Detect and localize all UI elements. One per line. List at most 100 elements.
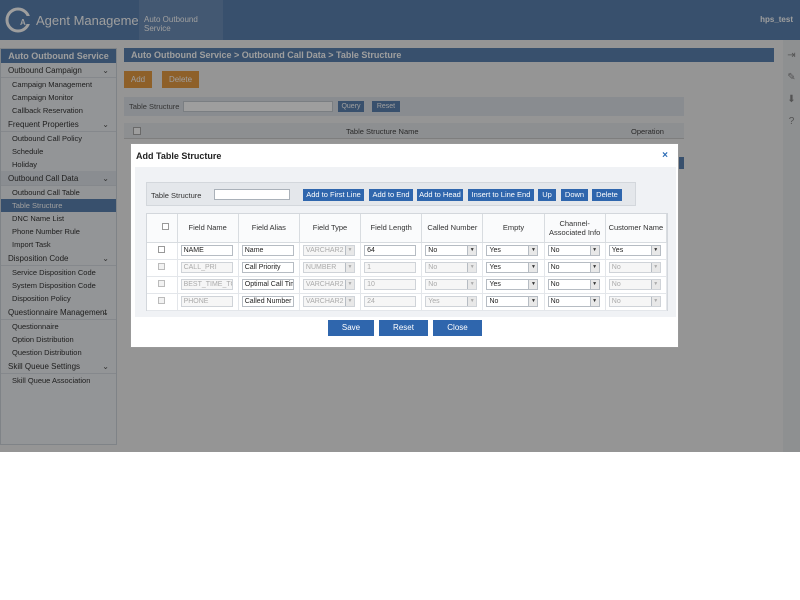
customer-name-select[interactable]: Yes ▼ [608,245,661,256]
field-alias-input[interactable]: Called Number [241,296,294,307]
called-number-select[interactable]: No ▼ [425,279,478,290]
empty-select[interactable]: Yes ▼ [486,262,539,273]
column-field-alias: Field Alias [238,214,300,243]
add-to-first-line-button[interactable]: Add to First Line [303,189,364,201]
column-field-length: Field Length [360,214,423,243]
field-length-input[interactable]: 64 [364,245,417,256]
empty-select[interactable]: Yes ▼ [486,245,539,256]
dropdown-arrow-icon[interactable]: ▼ [467,263,477,272]
channel-associated-select[interactable]: No ▼ [547,245,600,256]
delete-field-button[interactable]: Delete [592,189,622,201]
dropdown-arrow-icon[interactable]: ▼ [344,246,354,255]
dropdown-arrow-icon[interactable]: ▼ [467,280,477,289]
dropdown-arrow-icon[interactable]: ▼ [528,263,538,272]
dropdown-arrow-icon[interactable]: ▼ [344,297,354,306]
dropdown-arrow-icon[interactable]: ▼ [528,297,538,306]
reset-button[interactable]: Reset [379,320,428,336]
empty-select-value: Yes [489,264,501,271]
field-type-value: VARCHAR2 [305,298,344,305]
field-toolbar: Table Structure Add to First Line Add to… [146,182,636,206]
close-icon[interactable]: × [662,150,668,161]
column-field-name: Field Name [177,214,239,243]
dropdown-arrow-icon[interactable]: ▼ [467,297,477,306]
row-checkbox[interactable] [158,263,165,270]
field-type-select[interactable]: VARCHAR2 ▼ [302,296,355,307]
field-name-input[interactable]: NAME [180,245,233,256]
row-checkbox[interactable] [158,246,165,253]
column-empty: Empty [482,214,545,243]
column-channel-associated-info: Channel-Associated Info [544,214,606,243]
up-button[interactable]: Up [538,189,556,201]
down-button[interactable]: Down [561,189,588,201]
called-number-select[interactable]: No ▼ [425,262,478,273]
called-number-select[interactable]: No ▼ [425,245,478,256]
customer-name-select[interactable]: No ▼ [608,279,661,290]
empty-select-value: Yes [489,281,501,288]
field-type-select[interactable]: VARCHAR2 ▼ [302,245,355,256]
field-row: BEST_TIME_TOOptimal Call TimeVARCHAR2▼10… [147,276,668,294]
dropdown-arrow-icon[interactable]: ▼ [528,246,538,255]
fields-table: Field Name Field Alias Field Type Field … [146,213,668,311]
field-alias-input[interactable]: Call Priority [241,262,294,273]
channel-associated-select[interactable]: No ▼ [547,296,600,307]
add-to-head-button[interactable]: Add to Head [417,189,463,201]
customer-name-select[interactable]: No ▼ [608,262,661,273]
table-structure-input[interactable] [214,189,290,200]
save-button[interactable]: Save [328,320,374,336]
field-length-input[interactable]: 10 [364,279,417,290]
field-row: NAME Name VARCHAR2 ▼ 64 No ▼ Yes ▼ No ▼ Yes ▼ [147,242,668,260]
field-type-value: VARCHAR2 [305,247,344,254]
add-table-structure-dialog: Add Table Structure × Table Structure Ad… [130,143,679,348]
called-number-select-value: No [428,264,438,271]
dropdown-arrow-icon[interactable]: ▼ [650,297,660,306]
field-row: CALL_PRI Call Priority NUMBER ▼ 1 No ▼ Yes ▼ No ▼ N… [147,259,668,277]
channel-associated-select-value: No [550,281,560,288]
dropdown-arrow-icon[interactable]: ▼ [344,280,354,289]
field-alias-input[interactable]: Optimal Call Time [241,279,294,290]
insert-to-line-end-button[interactable]: Insert to Line End [468,189,534,201]
channel-associated-select[interactable]: No ▼ [547,279,600,290]
dropdown-arrow-icon[interactable]: ▼ [467,246,477,255]
called-number-select-value: No [428,281,438,288]
field-length-input[interactable]: 24 [364,296,417,307]
dropdown-arrow-icon[interactable]: ▼ [528,280,538,289]
row-checkbox[interactable] [158,280,165,287]
field-type-value: VARCHAR2 [305,281,344,288]
field-name-input[interactable]: CALL_PRI [180,262,233,273]
dropdown-arrow-icon[interactable]: ▼ [589,263,599,272]
dropdown-arrow-icon[interactable]: ▼ [650,280,660,289]
field-length-input[interactable]: 1 [364,262,417,273]
empty-select[interactable]: No ▼ [486,296,539,307]
field-name-input[interactable]: PHONE [180,296,233,307]
channel-associated-select-value: No [550,264,560,271]
empty-select-value: No [489,298,499,305]
column-field-type: Field Type [299,214,362,243]
customer-name-select-value: No [611,298,621,305]
dropdown-arrow-icon[interactable]: ▼ [344,263,354,272]
field-alias-input[interactable]: Name [241,245,294,256]
column-customer-name: Customer Name [605,214,668,243]
add-to-end-button[interactable]: Add to End [369,189,413,201]
empty-select[interactable]: Yes ▼ [486,279,539,290]
dialog-body: Table Structure Add to First Line Add to… [135,167,676,317]
dropdown-arrow-icon[interactable]: ▼ [589,297,599,306]
select-all-fields-checkbox[interactable] [162,223,170,231]
field-name-input[interactable]: BEST_TIME_TO [180,279,233,290]
dropdown-arrow-icon[interactable]: ▼ [589,246,599,255]
field-type-select[interactable]: VARCHAR2 ▼ [302,279,355,290]
customer-name-select[interactable]: No ▼ [608,296,661,307]
field-type-select[interactable]: NUMBER ▼ [302,262,355,273]
customer-name-select-value: Yes [611,247,624,254]
column-called-number: Called Number [421,214,484,243]
dropdown-arrow-icon[interactable]: ▼ [589,280,599,289]
empty-select-value: Yes [489,247,501,254]
customer-name-select-value: No [611,264,621,271]
called-number-select[interactable]: Yes ▼ [425,296,478,307]
row-checkbox[interactable] [158,297,165,304]
channel-associated-select[interactable]: No ▼ [547,262,600,273]
close-button[interactable]: Close [433,320,482,336]
dropdown-arrow-icon[interactable]: ▼ [650,246,660,255]
field-row: PHONE Called Number VARCHAR2 ▼ 24 Yes ▼ No ▼ No ▼ N… [147,293,668,311]
dropdown-arrow-icon[interactable]: ▼ [650,263,660,272]
app-window: A Agent Management Auto Outbound Service… [0,0,800,452]
